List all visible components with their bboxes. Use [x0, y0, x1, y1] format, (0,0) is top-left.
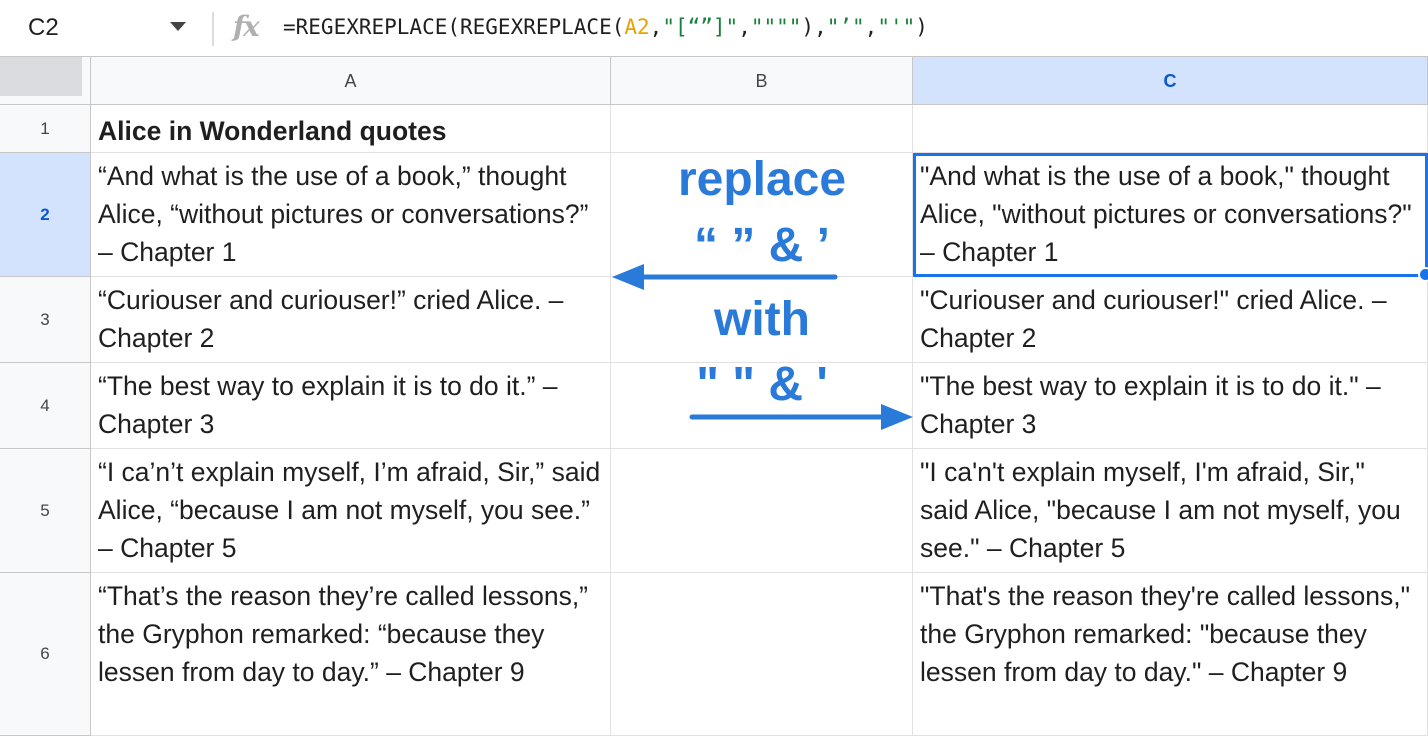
arrow-left-icon — [612, 264, 838, 290]
arrow-right-icon — [689, 404, 913, 430]
annotation-arrows — [612, 264, 913, 430]
